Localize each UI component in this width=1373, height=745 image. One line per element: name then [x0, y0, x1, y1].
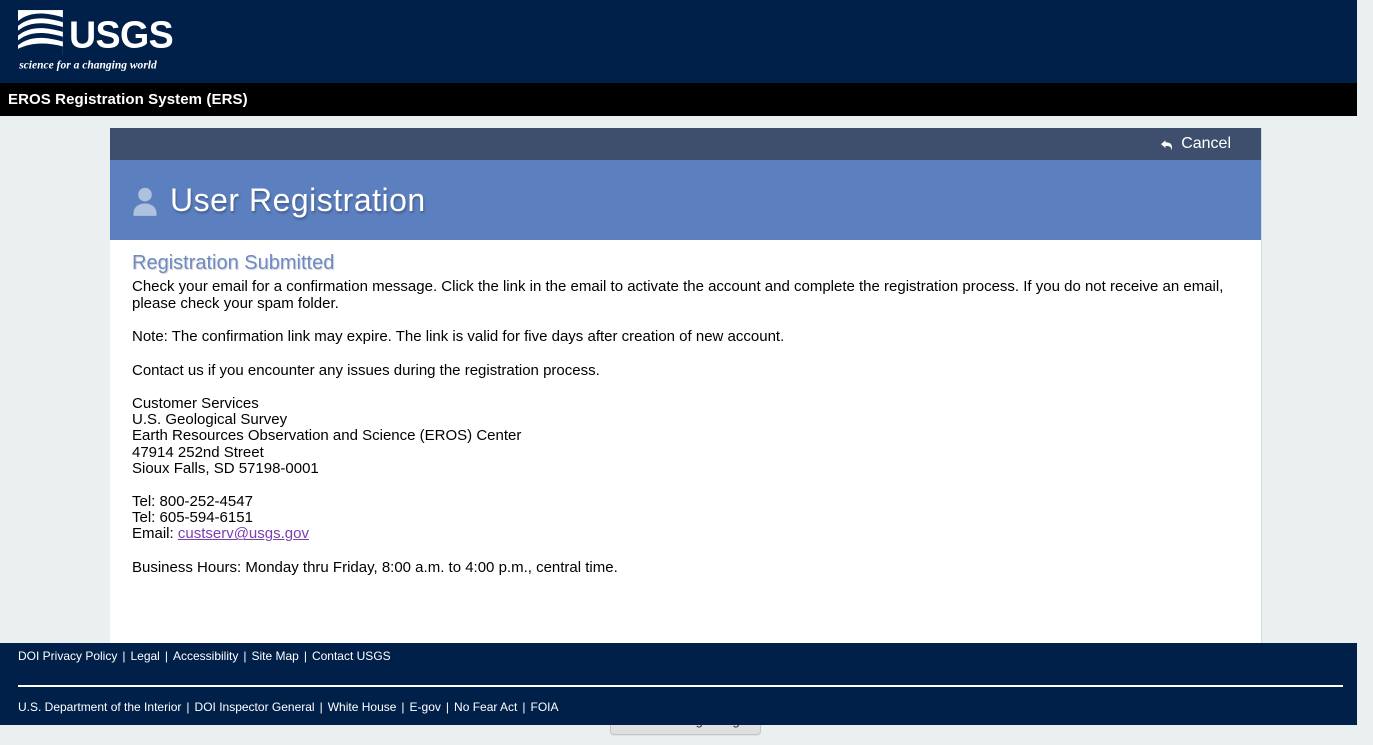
- app-title: EROS Registration System (ERS): [8, 91, 248, 108]
- panel-title-bar: User Registration: [110, 160, 1261, 240]
- panel-body: Registration Submitted Check your email …: [110, 240, 1261, 735]
- cancel-button[interactable]: Cancel: [1159, 132, 1231, 156]
- footer-link-no-fear-act[interactable]: No Fear Act: [454, 700, 517, 714]
- contact-us-paragraph: Contact us if you encounter any issues d…: [132, 361, 600, 379]
- undo-arrow-icon: [1159, 137, 1175, 153]
- footer-separator: |: [445, 700, 450, 714]
- contact-address-block: Customer Services U.S. Geological Survey…: [132, 395, 1239, 477]
- footer-links-primary: DOI Privacy Policy | Legal | Accessibility | S…: [18, 649, 391, 663]
- footer-link-doi-inspector-general[interactable]: DOI Inspector General: [195, 700, 315, 714]
- svg-text:USGS: USGS: [69, 14, 173, 56]
- business-hours-text: Business Hours: Monday thru Friday, 8:00…: [132, 558, 618, 576]
- contact-phone-email-block: Tel: 800-252-4547 Tel: 605-594-6151 Emai…: [132, 493, 1239, 543]
- address-line-1: Customer Services: [132, 395, 259, 412]
- footer-separator: |: [164, 649, 168, 663]
- footer-link-legal[interactable]: Legal: [130, 649, 159, 663]
- email-label: Email:: [132, 525, 174, 543]
- address-line-5: Sioux Falls, SD 57198-0001: [132, 459, 319, 477]
- footer-link-egov[interactable]: E-gov: [410, 700, 441, 714]
- panel-toolbar: Cancel: [110, 128, 1261, 160]
- link-expiry-note-paragraph: Note: The confirmation link may expire. …: [132, 328, 785, 345]
- footer-link-site-map[interactable]: Site Map: [251, 649, 298, 663]
- footer-separator: |: [401, 700, 405, 714]
- address-line-4: 47914 252nd Street: [132, 443, 264, 461]
- footer-separator: |: [186, 700, 190, 714]
- footer-separator: |: [303, 649, 307, 663]
- confirmation-instructions-paragraph: Check your email for a confirmation mess…: [132, 278, 1224, 312]
- registration-panel: Cancel User Registration Registration Su…: [110, 128, 1262, 735]
- footer-separator: |: [522, 700, 526, 714]
- telephone-primary: Tel: 800-252-4547: [132, 493, 253, 511]
- address-line-3: Earth Resources Observation and Science …: [132, 427, 522, 445]
- footer-link-doi[interactable]: U.S. Department of the Interior: [18, 700, 181, 714]
- email-line: Email: custserv@usgs.gov: [132, 526, 1239, 542]
- address-line-2: U.S. Geological Survey: [132, 411, 288, 429]
- footer-link-accessibility[interactable]: Accessibility: [173, 649, 238, 663]
- cancel-label: Cancel: [1181, 135, 1231, 152]
- footer-separator: |: [122, 649, 126, 663]
- footer-separator: |: [319, 700, 323, 714]
- footer-separator: |: [243, 649, 247, 663]
- footer-links-secondary: U.S. Department of the Interior | DOI Insp…: [18, 700, 559, 714]
- footer-divider: [18, 685, 1343, 687]
- user-person-icon: [133, 187, 157, 216]
- footer-link-white-house[interactable]: White House: [328, 700, 397, 714]
- footer-link-foia[interactable]: FOIA: [531, 700, 559, 714]
- page-title: User Registration: [170, 181, 426, 218]
- usgs-logo[interactable]: USGS science for a changing world: [18, 10, 200, 72]
- app-title-bar: EROS Registration System (ERS): [0, 83, 1357, 116]
- usgs-footer: DOI Privacy Policy | Legal | Accessibility | S…: [0, 643, 1357, 725]
- footer-link-contact-usgs[interactable]: Contact USGS: [312, 649, 391, 663]
- customer-service-email-link[interactable]: custserv@usgs.gov: [178, 525, 309, 542]
- svg-text:science for a changing world: science for a changing world: [18, 59, 157, 71]
- usgs-header-bar: USGS science for a changing world: [0, 0, 1357, 83]
- footer-link-doi-privacy-policy[interactable]: DOI Privacy Policy: [18, 649, 117, 663]
- section-heading: Registration Submitted: [132, 252, 335, 274]
- telephone-secondary: Tel: 605-594-6151: [132, 509, 253, 527]
